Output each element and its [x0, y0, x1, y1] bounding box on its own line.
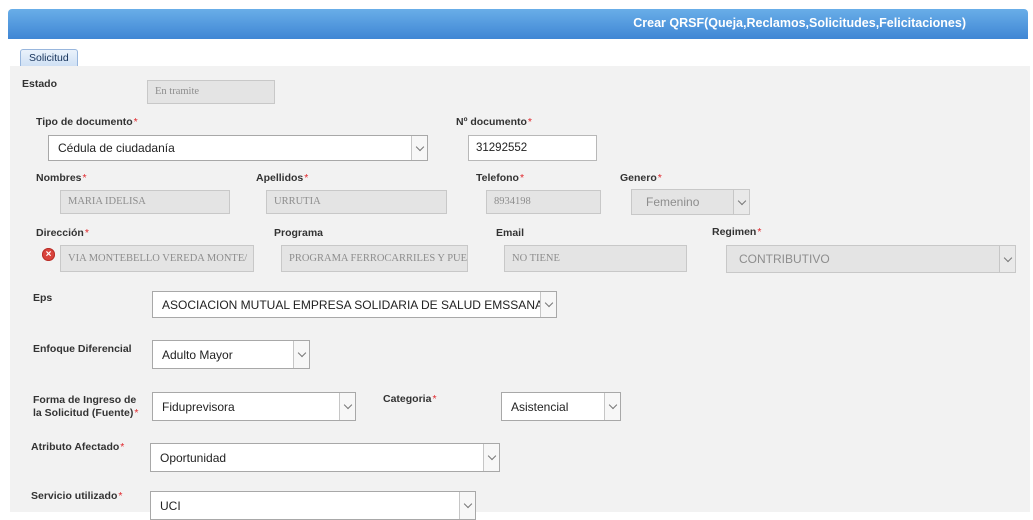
eps-select[interactable]: ASOCIACION MUTUAL EMPRESA SOLIDARIA DE S…: [152, 291, 557, 318]
regimen-label: Regimen*: [712, 226, 762, 238]
numero-documento-input[interactable]: 31292552: [468, 135, 597, 161]
email-field: NO TIENE: [504, 245, 687, 272]
genero-label: Genero*: [620, 172, 662, 184]
tipo-documento-label: Tipo de documento*: [36, 116, 138, 128]
chevron-down-icon[interactable]: [293, 341, 309, 368]
atributo-label: Atributo Afectado*: [31, 441, 125, 453]
servicio-label: Servicio utilizado*: [31, 490, 123, 502]
categoria-value: Asistencial: [511, 399, 569, 414]
window-header: Crear QRSF(Queja,Reclamos,Solicitudes,Fe…: [8, 9, 1028, 39]
categoria-label: Categoria*: [383, 393, 437, 405]
direccion-field: VIA MONTEBELLO VEREDA MONTE/: [60, 245, 254, 272]
chevron-down-icon[interactable]: [459, 492, 475, 519]
apellidos-field: URRUTIA: [266, 190, 447, 214]
error-circle-icon: ×: [42, 248, 55, 261]
enfoque-label: Enfoque Diferencial: [33, 343, 132, 355]
estado-label: Estado: [22, 78, 58, 90]
email-label: Email: [496, 227, 525, 239]
direccion-label: Dirección*: [36, 227, 89, 239]
tab-solicitud[interactable]: Solicitud: [20, 49, 78, 66]
atributo-select[interactable]: Oportunidad: [150, 443, 500, 472]
tipo-documento-value: Cédula de ciudadanía: [58, 141, 175, 155]
tipo-documento-select[interactable]: Cédula de ciudadanía: [48, 135, 428, 161]
nombres-label: Nombres*: [36, 172, 87, 184]
chevron-down-icon[interactable]: [339, 393, 355, 420]
nombres-field: MARIA IDELISA: [60, 190, 230, 214]
chevron-down-icon[interactable]: [411, 136, 427, 160]
programa-field: PROGRAMA FERROCARRILES Y PUE: [281, 245, 468, 272]
genero-value: Femenino: [646, 195, 700, 209]
enfoque-select[interactable]: Adulto Mayor: [152, 340, 310, 369]
chevron-down-icon: [999, 246, 1015, 272]
eps-label: Eps: [33, 292, 53, 304]
chevron-down-icon[interactable]: [540, 292, 556, 317]
genero-select: Femenino: [631, 189, 750, 215]
numero-documento-label: Nº documento*: [456, 116, 533, 128]
apellidos-label: Apellidos*: [256, 172, 309, 184]
regimen-select: CONTRIBUTIVO: [726, 245, 1016, 273]
programa-label: Programa: [274, 227, 324, 239]
servicio-value: UCI: [160, 498, 181, 513]
estado-field: En tramite: [147, 80, 275, 104]
forma-ingreso-select[interactable]: Fiduprevisora: [152, 392, 356, 421]
chevron-down-icon[interactable]: [604, 393, 620, 420]
chevron-down-icon[interactable]: [483, 444, 499, 471]
window-title: Crear QRSF(Queja,Reclamos,Solicitudes,Fe…: [633, 16, 966, 30]
tab-strip: Solicitud: [10, 44, 1030, 67]
atributo-value: Oportunidad: [160, 450, 227, 465]
servicio-select[interactable]: UCI: [150, 491, 476, 520]
forma-ingreso-label: Forma de Ingreso de la Solicitud (Fuente…: [33, 394, 139, 419]
enfoque-value: Adulto Mayor: [162, 347, 233, 362]
regimen-value: CONTRIBUTIVO: [739, 252, 830, 266]
telefono-label: Telefono*: [476, 172, 525, 184]
telefono-field: 8934198: [486, 190, 601, 214]
eps-value: ASOCIACION MUTUAL EMPRESA SOLIDARIA DE S…: [162, 297, 557, 312]
categoria-select[interactable]: Asistencial: [501, 392, 621, 421]
forma-ingreso-value: Fiduprevisora: [162, 399, 235, 414]
chevron-down-icon: [733, 190, 749, 214]
